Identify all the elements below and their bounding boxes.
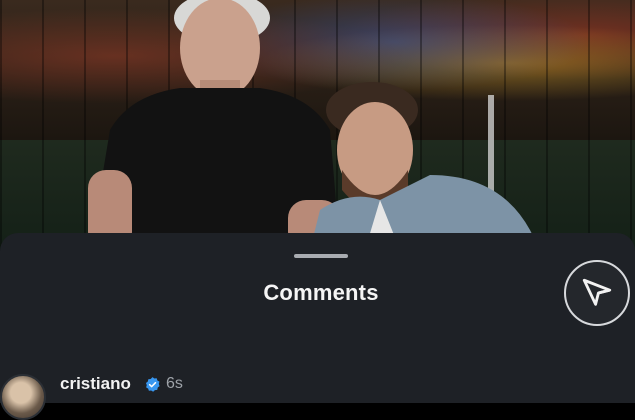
comment-username[interactable]: cristiano xyxy=(60,374,131,394)
send-icon xyxy=(582,278,612,306)
post-photo xyxy=(0,0,635,250)
comment-timestamp: 6s xyxy=(166,375,183,392)
person-right xyxy=(310,82,540,250)
comment-row: cristiano 6s xyxy=(0,370,635,420)
share-button[interactable] xyxy=(564,260,630,326)
avatar[interactable] xyxy=(0,374,46,420)
sheet-title: Comments xyxy=(263,280,379,305)
drag-handle[interactable] xyxy=(294,254,348,258)
verified-badge-icon xyxy=(145,377,160,392)
